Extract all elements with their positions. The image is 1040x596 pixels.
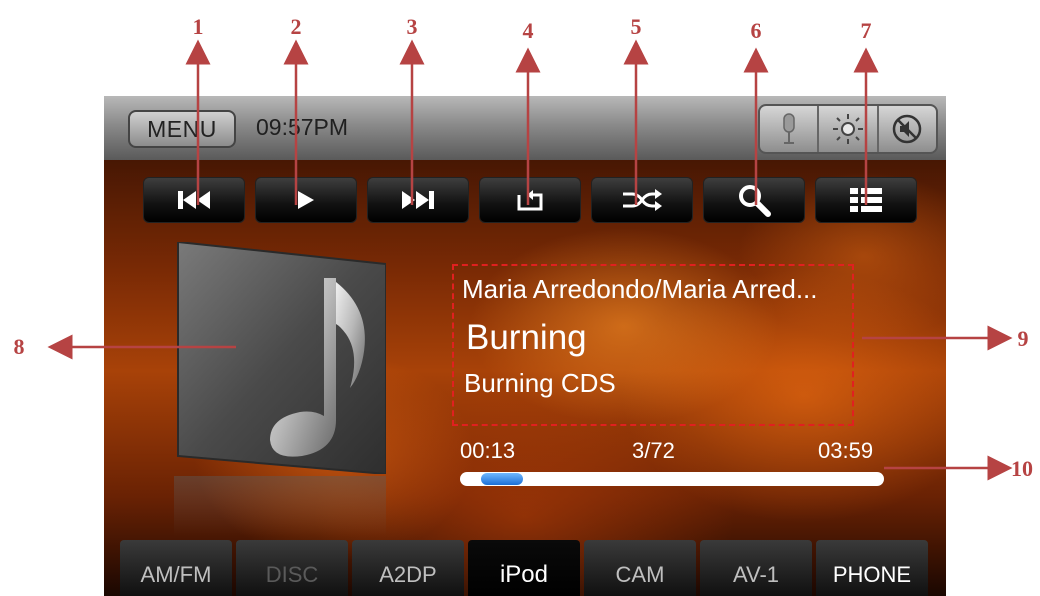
album-name: Burning CDS: [464, 368, 616, 398]
repeat-icon: [517, 190, 543, 211]
tab-a2dp[interactable]: A2DP: [352, 540, 464, 596]
callout-1: 1: [192, 14, 204, 39]
track-position: 3/72: [632, 438, 675, 463]
progress-knob[interactable]: [481, 473, 523, 485]
list-button[interactable]: [816, 178, 916, 222]
brightness-icon: [832, 114, 863, 144]
list-icon: [850, 188, 882, 212]
play-button[interactable]: [256, 178, 356, 222]
next-track-icon: [402, 191, 434, 209]
previous-track-button[interactable]: [144, 178, 244, 222]
tab-cam[interactable]: CAM: [584, 540, 696, 596]
elapsed-time: 00:13: [460, 438, 516, 463]
tab-av-1[interactable]: AV-1: [700, 540, 812, 596]
tab-ipod[interactable]: iPod: [468, 540, 580, 596]
search-button[interactable]: [704, 178, 804, 222]
next-track-button[interactable]: [368, 178, 468, 222]
mute-button[interactable]: [879, 106, 936, 152]
play-icon: [298, 191, 314, 209]
album-art-reflection: [174, 476, 386, 536]
callout-9: 9: [1017, 326, 1029, 351]
status-bar: MENU 09:57PM: [104, 96, 946, 160]
clock: 09:57PM: [256, 114, 349, 140]
mute-icon: [893, 114, 922, 144]
callout-7: 7: [860, 18, 872, 43]
microphone-button[interactable]: [760, 106, 820, 152]
tab-disc: DISC: [236, 540, 348, 596]
callout-5: 5: [630, 14, 642, 39]
repeat-button[interactable]: [480, 178, 580, 222]
album-art: [174, 240, 387, 476]
callout-10: 10: [1011, 456, 1033, 481]
shuffle-icon: [623, 189, 662, 211]
artist-label: Maria Arredondo/Maria Arred...: [462, 274, 818, 304]
tab-am-fm[interactable]: AM/FM: [120, 540, 232, 596]
microphone-icon: [782, 113, 795, 144]
total-time: 03:59: [818, 438, 874, 463]
source-tabs: AM/FM DISC A2DP iPod CAM AV-1 PHONE: [104, 540, 946, 596]
callout-6: 6: [750, 18, 762, 43]
head-unit-screen: MENU 09:57PM Maria Arredondo/Maria Arred…: [104, 96, 946, 596]
callout-3: 3: [406, 14, 418, 39]
progress-bar[interactable]: [460, 472, 884, 486]
search-icon: [739, 185, 771, 217]
music-note-icon: [177, 240, 387, 476]
shuffle-button[interactable]: [592, 178, 692, 222]
callout-2: 2: [290, 14, 302, 39]
previous-track-icon: [178, 191, 210, 209]
track-title: Burning: [466, 318, 587, 357]
callout-8: 8: [13, 334, 25, 359]
system-button-group: [758, 104, 938, 154]
menu-button[interactable]: MENU: [128, 110, 236, 148]
brightness-button[interactable]: [819, 106, 879, 152]
tab-phone[interactable]: PHONE: [816, 540, 928, 596]
callout-4: 4: [522, 18, 534, 43]
